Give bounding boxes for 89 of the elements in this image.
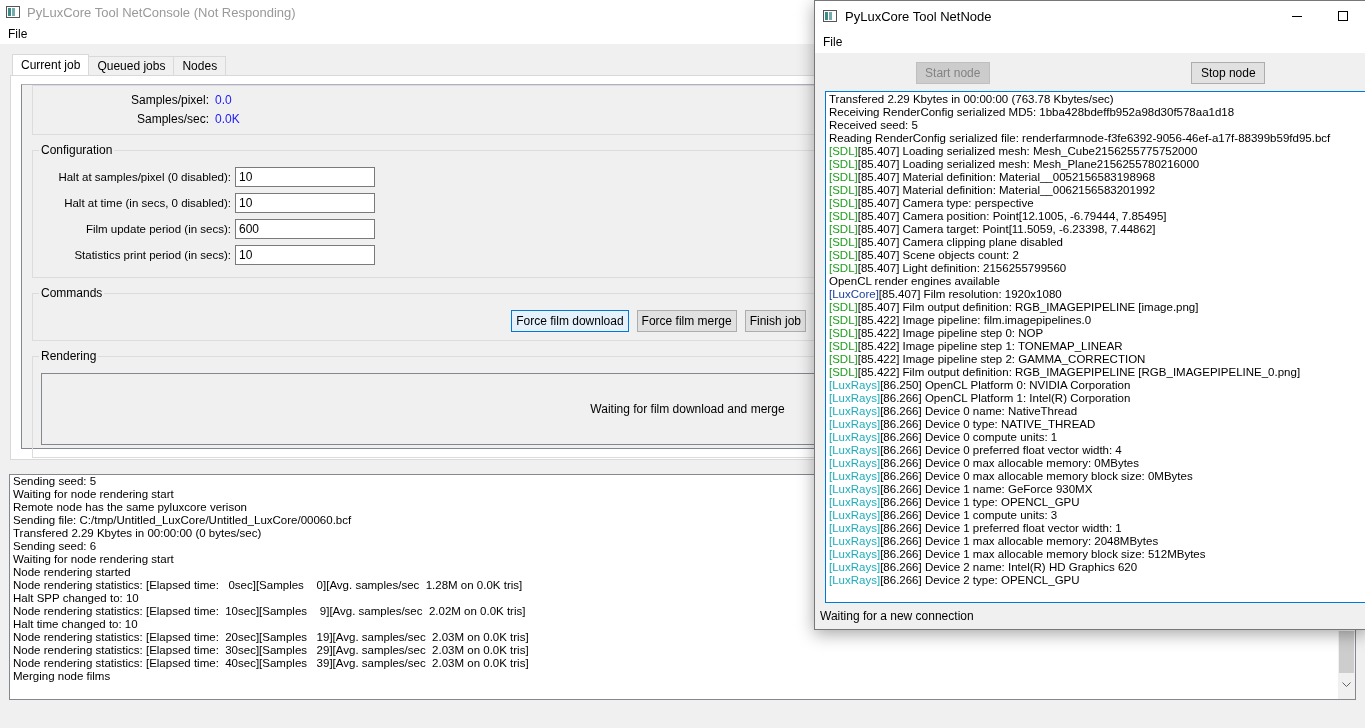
stat-value: 0.0: [215, 92, 232, 107]
field-label: Statistics print period (in secs):: [73, 249, 231, 261]
input-field[interactable]: 10: [235, 245, 375, 265]
log-line: Received seed: 5: [829, 118, 919, 132]
log-line: [SDL][85.407] Material definition: Material__0062156583201992: [829, 183, 1157, 197]
field-label: Halt at samples/pixel (0 disabled):: [57, 171, 231, 183]
command-button[interactable]: Finish job: [744, 310, 806, 332]
stat-label: Samples/sec:: [135, 111, 209, 126]
tab[interactable]: Queued jobs: [88, 56, 175, 75]
log-line: Sending file: C:/tmp/Untitled_LuxCore/Untitled_LuxCore/00060.bcf: [13, 514, 352, 527]
group-title: Rendering: [40, 349, 98, 363]
log-line: [LuxRays][86.266] Device 0 name: NativeThread: [829, 404, 1079, 418]
window-title: PyLuxCore Tool NetConsole (Not Responding): [27, 4, 296, 20]
log-line: [LuxRays][86.266] Device 2 name: Intel(R) HD Graphics 620: [829, 560, 1139, 574]
log-line: OpenCL render engines available: [829, 274, 1001, 288]
chevron-down-icon[interactable]: [1342, 682, 1351, 688]
log-line: [LuxCore][85.407] Film resolution: 1920x1080: [829, 287, 1063, 301]
stat-value: 0.0K: [215, 111, 240, 126]
log-line: [LuxRays][86.266] Device 1 compute units: 3: [829, 508, 1059, 522]
log-line: [LuxRays][86.266] Device 1 name: GeForce 930MX: [829, 482, 1094, 496]
tab[interactable]: Current job: [12, 54, 90, 75]
app-icon: [823, 9, 837, 23]
node-button[interactable]: Stop node: [1191, 61, 1266, 84]
log-line: Sending seed: 6: [13, 540, 97, 553]
log-line: Transfered 2.29 Kbytes in 00:00:00 (0 bytes/sec): [13, 527, 262, 540]
log-line: [LuxRays][86.266] Device 0 preferred float vector width: 4: [829, 443, 1123, 457]
log-line: [SDL][85.422] Film output definition: RGB_IMAGEPIPELINE [RGB_IMAGEPIPELINE_0.png]: [829, 365, 1302, 379]
log-line: [SDL][85.407] Scene objects count: 2: [829, 248, 1020, 262]
status-text: Waiting for a new connection: [819, 608, 975, 625]
log-line: Node rendering statistics: [Elapsed time: 10sec][Samples 9][Avg. samples/sec 2.02M on 0.0K tris]: [13, 605, 526, 618]
log-line: Reading RenderConfig serialized file: renderfarmnode-f3fe6392-9056-46ef-a17f-88399b59fd95.bcf: [829, 131, 1332, 145]
log-line: [SDL][85.407] Loading serialized mesh: Mesh_Plane2156255780216000: [829, 157, 1201, 171]
tab[interactable]: Nodes: [173, 56, 227, 75]
log-line: [SDL][85.407] Camera clipping plane disabled: [829, 235, 1064, 249]
log-line: [LuxRays][86.266] Device 1 max allocable memory: 2048MBytes: [829, 534, 1160, 548]
scrollbar[interactable]: [1338, 631, 1355, 699]
log-line: [LuxRays][86.266] Device 0 type: NATIVE_THREAD: [829, 417, 1097, 431]
scrollbar-thumb[interactable]: [1339, 631, 1354, 673]
field-label: Halt at time (in secs, 0 disabled):: [63, 197, 231, 209]
log-line: [SDL][85.407] Light definition: 2156255799560: [829, 261, 1068, 275]
command-button[interactable]: Force film download: [511, 310, 629, 332]
log-line: [SDL][85.407] Loading serialized mesh: Mesh_Cube2156255775752000: [829, 144, 1199, 158]
log-line: [SDL][85.407] Camera position: Point[12.1005, -6.79444, 7.85495]: [829, 209, 1168, 223]
stat-label: Samples/pixel:: [129, 92, 209, 107]
group-title: Commands: [40, 286, 104, 300]
field-label: Film update period (in secs):: [84, 223, 231, 235]
log-line: [SDL][85.407] Camera type: perspective: [829, 196, 1035, 210]
log-line: Halt time changed to: 10: [13, 618, 138, 631]
log-line: Node rendering statistics: [Elapsed time: 30sec][Samples 29][Avg. samples/sec 2.03M on 0.0K tris]: [13, 644, 529, 657]
maximize-icon: [1338, 11, 1348, 21]
minimize-icon: [1292, 15, 1302, 17]
log-line: Waiting for node rendering start: [13, 488, 174, 501]
log-line: [SDL][85.407] Film output definition: RGB_IMAGEPIPELINE [image.png]: [829, 300, 1200, 314]
log-line: Sending seed: 5: [13, 475, 97, 488]
group-title: Configuration: [40, 143, 114, 157]
log-line: [SDL][85.407] Camera target: Point[11.5059, -6.23398, 7.44862]: [829, 222, 1157, 236]
input-field[interactable]: 600: [235, 219, 375, 239]
log-line: Node rendering statistics: [Elapsed time: 0sec][Samples 0][Avg. samples/sec 1.28M on 0.0K tris]: [13, 579, 523, 592]
log-line: [LuxRays][86.266] Device 0 compute units: 1: [829, 430, 1059, 444]
render-message: Waiting for film download and merge: [590, 402, 785, 416]
log-line: [SDL][85.422] Image pipeline step 2: GAMMA_CORRECTION: [829, 352, 1147, 366]
log-line: Node rendering statistics: [Elapsed time: 40sec][Samples 39][Avg. samples/sec 2.03M on 0.0K tris]: [13, 657, 529, 670]
log-line: [LuxRays][86.266] Device 1 type: OPENCL_GPU: [829, 495, 1081, 509]
log-line: [LuxRays][86.266] Device 0 max allocable memory: 0MBytes: [829, 456, 1140, 470]
log-line: Merging node films: [13, 670, 111, 683]
log-line: Transfered 2.29 Kbytes in 00:00:00 (763.78 Kbytes/sec): [829, 92, 1115, 106]
input-field[interactable]: 10: [235, 193, 375, 213]
log-line: [LuxRays][86.266] Device 2 type: OPENCL_GPU: [829, 573, 1081, 587]
log-line: Receiving RenderConfig serialized MD5: 1bba428bdeffb952a98d30f578aa1d18: [829, 105, 1236, 119]
log-line: [SDL][85.422] Image pipeline step 0: NOP: [829, 326, 1045, 340]
log-line: Node rendering statistics: [Elapsed time: 20sec][Samples 19][Avg. samples/sec 2.03M on 0.0K tris]: [13, 631, 529, 644]
log-line: [SDL][85.422] Image pipeline step 1: TONEMAP_LINEAR: [829, 339, 1124, 353]
log-line: Waiting for node rendering start: [13, 553, 174, 566]
log-line: [LuxRays][86.250] OpenCL Platform 0: NVIDIA Corporation: [829, 378, 1132, 392]
log-line: [SDL][85.422] Image pipeline: film.imagepipelines.0: [829, 313, 1093, 327]
log-line: Remote node has the same pyluxcore verison: [13, 501, 247, 514]
log-line: [SDL][85.407] Material definition: Material__0052156583198968: [829, 170, 1157, 184]
log-line: [LuxRays][86.266] Device 1 preferred float vector width: 1: [829, 521, 1123, 535]
menu-item[interactable]: File: [2, 27, 34, 41]
log-line: Halt SPP changed to: 10: [13, 592, 139, 605]
log-line: Node rendering started: [13, 566, 131, 579]
log-line: [LuxRays][86.266] Device 1 max allocable memory block size: 512MBytes: [829, 547, 1207, 561]
log-line: [LuxRays][86.266] OpenCL Platform 1: Intel(R) Corporation: [829, 391, 1132, 405]
window-title: PyLuxCore Tool NetNode: [845, 8, 992, 24]
command-button[interactable]: Force film merge: [636, 310, 737, 332]
input-field[interactable]: 10: [235, 167, 375, 187]
log-line: [LuxRays][86.266] Device 0 max allocable memory block size: 0MBytes: [829, 469, 1194, 483]
app-icon: [6, 5, 20, 19]
menu-item[interactable]: File: [817, 34, 849, 49]
